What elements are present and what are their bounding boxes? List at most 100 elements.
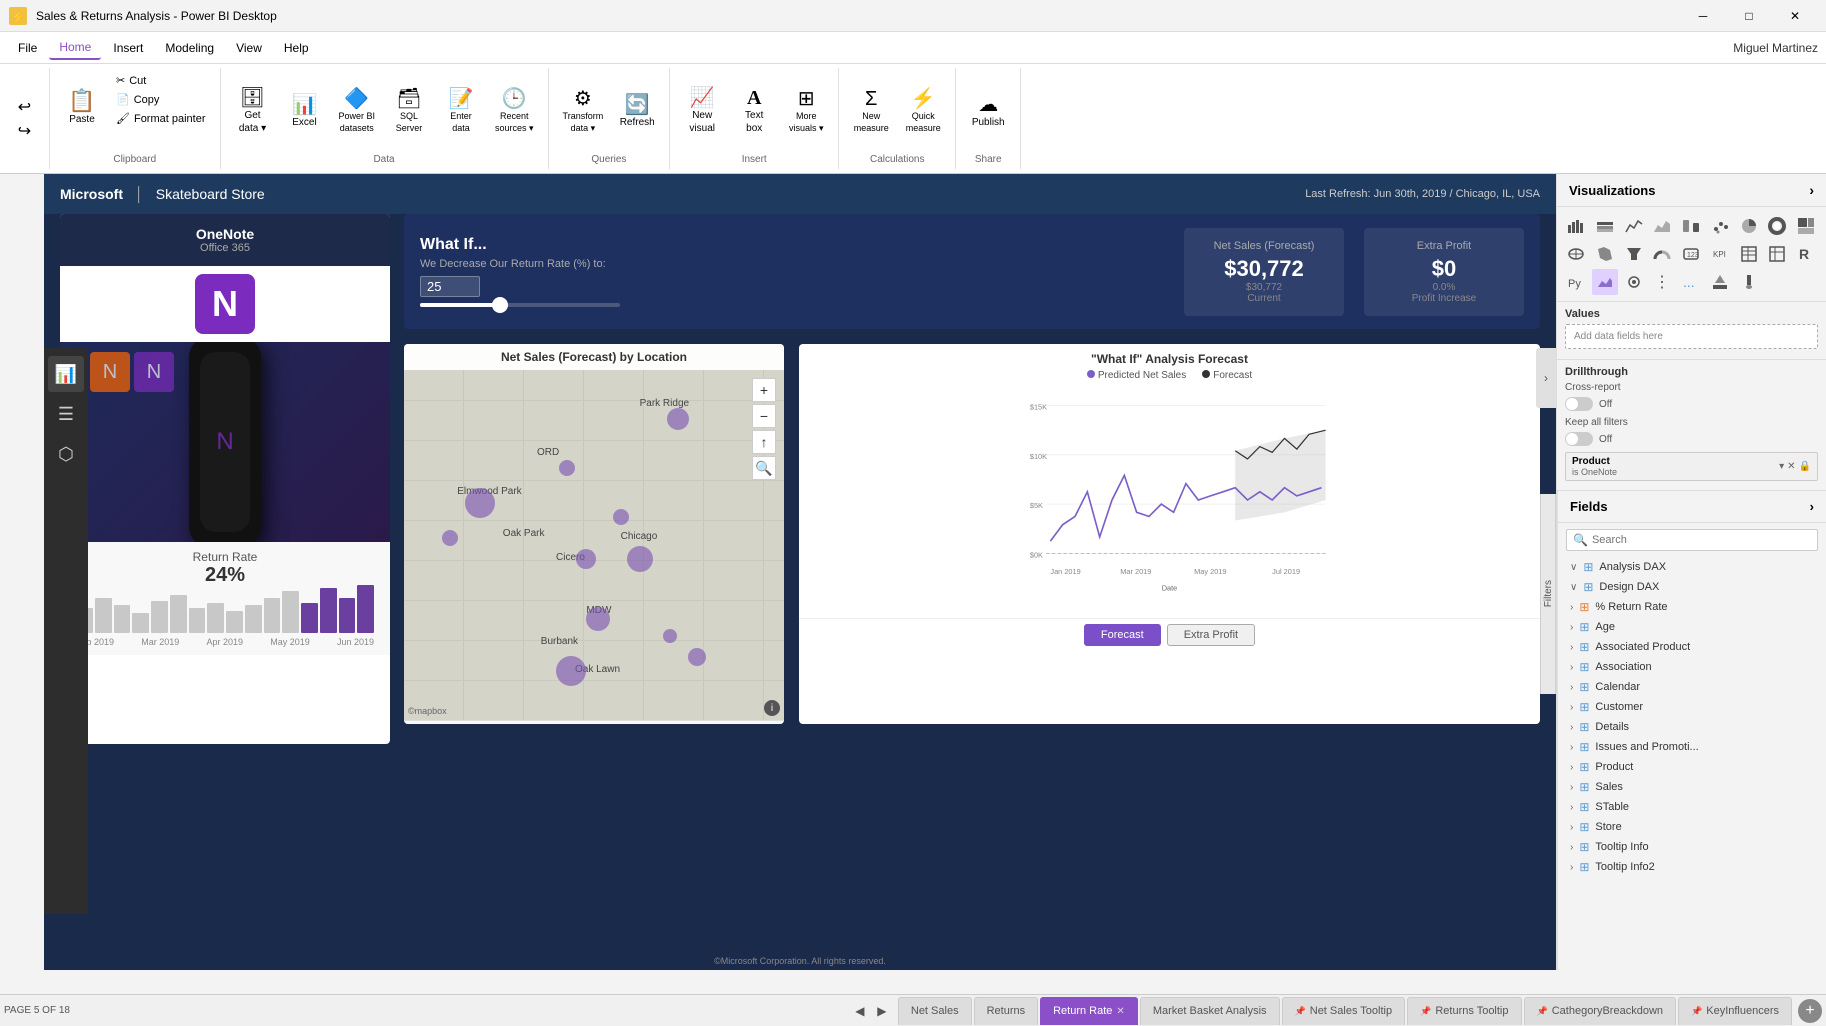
field-age[interactable]: › ⊞ Age [1558,617,1826,637]
viz-treemap[interactable] [1793,213,1819,239]
keep-filters-toggle[interactable]: Off [1565,432,1818,446]
viz-ribbon-chart[interactable] [1678,213,1704,239]
collapse-panel-button[interactable]: › [1536,348,1556,408]
tab-returns-tooltip[interactable]: 📌 Returns Tooltip [1407,997,1521,1025]
viz-brush-icon[interactable] [1736,269,1762,295]
sidebar-report-view[interactable]: 📊 [48,356,84,392]
field-association[interactable]: › ⊞ Association [1558,657,1826,677]
title-bar-controls[interactable]: ─ □ ✕ [1680,0,1818,32]
menu-view[interactable]: View [226,37,272,59]
viz-table[interactable] [1736,241,1762,267]
add-tab-button[interactable]: + [1798,999,1822,1023]
field-issues[interactable]: › ⊞ Issues and Promoti... [1558,737,1826,757]
field-associated-product[interactable]: › ⊞ Associated Product [1558,637,1826,657]
field-calendar[interactable]: › ⊞ Calendar [1558,677,1826,697]
tab-return-rate[interactable]: Return Rate ✕ [1040,997,1138,1025]
filter-chip-lock[interactable]: 🔒 [1799,461,1811,472]
viz-scatter[interactable] [1707,213,1733,239]
quick-measure-button[interactable]: ⚡ Quick measure [899,85,947,137]
transform-data-button[interactable]: ⚙ Transform data ▾ [557,85,610,138]
slider-track[interactable] [420,303,620,307]
viz-filled-map-2[interactable] [1592,269,1618,295]
field-return-rate[interactable]: › ⊞ % Return Rate [1558,597,1826,617]
field-stable[interactable]: › ⊞ STable [1558,797,1826,817]
viz-area-chart[interactable] [1649,213,1675,239]
field-analysis-dax[interactable]: ∨ ⊞ Analysis DAX [1558,557,1826,577]
tab-category-breakdown[interactable]: 📌 CathegoryBreackdown [1524,997,1677,1025]
viz-stacked-bar[interactable] [1592,213,1618,239]
values-drop-zone[interactable]: Add data fields here [1565,324,1818,349]
viz-gauge[interactable] [1649,241,1675,267]
viz-matrix[interactable] [1764,241,1790,267]
map-north[interactable]: ↑ [752,430,776,454]
viz-card[interactable]: 123 [1678,241,1704,267]
viz-r-visual[interactable]: R [1793,241,1819,267]
forecast-button[interactable]: Forecast [1084,624,1161,646]
menu-home[interactable]: Home [49,36,101,60]
cut-button[interactable]: ✂ Cut [110,72,212,89]
fields-expand[interactable]: › [1810,499,1814,514]
copy-button[interactable]: 📄 Copy [110,91,212,108]
paste-button[interactable]: 📋 Paste [58,72,106,142]
menu-help[interactable]: Help [274,37,319,59]
viz-kpi[interactable]: KPI [1707,241,1733,267]
enter-data-button[interactable]: 📝 Enter data [437,85,485,137]
viz-donut[interactable] [1764,213,1790,239]
filter-chip-dropdown[interactable]: ▾ [1779,461,1784,472]
text-box-button[interactable]: A Text box [730,84,778,138]
format-painter-button[interactable]: 🖌 Format painter [110,110,212,127]
tab-key-influencers[interactable]: 📌 KeyInfluencers [1678,997,1792,1025]
new-measure-button[interactable]: Σ New measure [847,85,895,137]
viz-line-chart[interactable] [1621,213,1647,239]
undo-button[interactable]: ↩ [14,95,35,119]
field-store[interactable]: › ⊞ Store [1558,817,1826,837]
field-tooltip-info[interactable]: › ⊞ Tooltip Info [1558,837,1826,857]
field-design-dax[interactable]: ∨ ⊞ Design DAX [1558,577,1826,597]
field-sales[interactable]: › ⊞ Sales [1558,777,1826,797]
map-search[interactable]: 🔍 [752,456,776,480]
extra-profit-button[interactable]: Extra Profit [1167,624,1255,646]
viz-custom-2[interactable]: ⋮ [1649,269,1675,295]
keep-filters-switch[interactable] [1565,432,1593,446]
publish-button[interactable]: ☁ Publish [964,91,1012,132]
viz-filled-map[interactable] [1592,241,1618,267]
menu-file[interactable]: File [8,37,47,59]
map-info-button[interactable]: i [764,700,780,716]
tab-net-sales-tooltip[interactable]: 📌 Net Sales Tooltip [1282,997,1406,1025]
menu-modeling[interactable]: Modeling [155,37,224,59]
minimize-button[interactable]: ─ [1680,0,1726,32]
cross-report-toggle[interactable]: Off [1565,397,1818,411]
fields-search-input[interactable] [1592,534,1811,546]
cross-report-switch[interactable] [1565,397,1593,411]
viz-pie-chart[interactable] [1736,213,1762,239]
power-bi-datasets-button[interactable]: 🔷 Power BI datasets [333,85,382,137]
redo-button[interactable]: ↪ [14,119,35,143]
viz-custom-1[interactable] [1621,269,1647,295]
close-button[interactable]: ✕ [1772,0,1818,32]
recent-sources-button[interactable]: 🕒 Recent sources ▾ [489,85,540,138]
viz-format-icon[interactable] [1707,269,1733,295]
sidebar-data-view[interactable]: ☰ [48,396,84,432]
map-zoom-in[interactable]: + [752,378,776,402]
sql-server-button[interactable]: 🗃 SQL Server [385,85,433,137]
viz-custom-3[interactable]: ... [1678,269,1704,295]
tab-returns[interactable]: Returns [974,997,1039,1025]
prev-page-button[interactable]: ◀ [850,1001,870,1021]
slider-thumb[interactable] [492,297,508,313]
new-visual-button[interactable]: 📈 New visual [678,84,726,138]
field-product[interactable]: › ⊞ Product [1558,757,1826,777]
get-data-button[interactable]: 🗄 Get data ▾ [229,84,277,138]
what-if-input[interactable] [420,276,480,297]
field-details[interactable]: › ⊞ Details [1558,717,1826,737]
filters-sidebar[interactable]: Filters [1540,494,1556,694]
tab-net-sales[interactable]: Net Sales [898,997,972,1025]
tab-return-rate-close[interactable]: ✕ [1116,1006,1124,1017]
viz-bar-chart[interactable] [1563,213,1589,239]
field-tooltip-info2[interactable]: › ⊞ Tooltip Info2 [1558,857,1826,877]
next-page-button[interactable]: ▶ [872,1001,892,1021]
menu-insert[interactable]: Insert [103,37,153,59]
excel-button[interactable]: 📊 Excel [281,91,329,132]
visualizations-expand[interactable]: › [1809,182,1814,198]
tab-market-basket[interactable]: Market Basket Analysis [1140,997,1280,1025]
filter-chip-remove[interactable]: ✕ [1787,461,1795,472]
